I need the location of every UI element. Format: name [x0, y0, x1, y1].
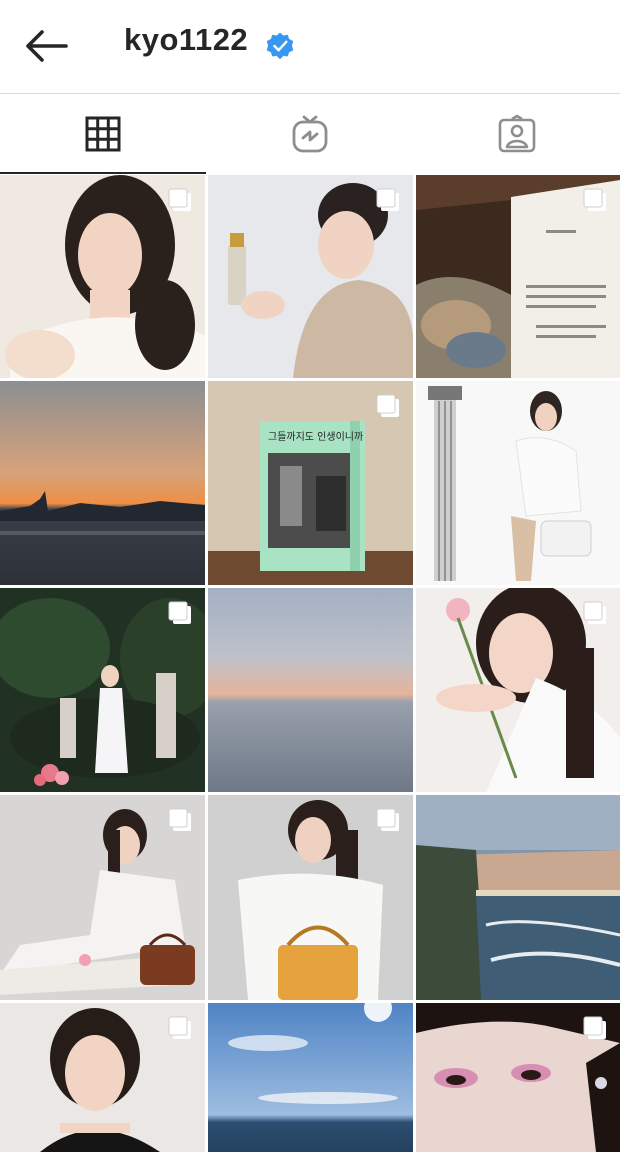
profile-tabs [0, 94, 620, 174]
tab-igtv[interactable] [206, 94, 413, 174]
post-thumbnail[interactable]: 그들까지도 인생이니까 [208, 381, 413, 585]
post-thumbnail[interactable] [0, 175, 205, 378]
multi-post-icon [168, 188, 191, 211]
post-thumbnail[interactable] [416, 175, 620, 378]
multi-post-icon [376, 188, 399, 211]
igtv-icon [292, 115, 327, 153]
verified-badge-icon [266, 32, 294, 60]
tab-tagged[interactable] [413, 94, 620, 174]
book-title: 그들까지도 인생이니까 [268, 432, 364, 443]
profile-header: kyo1122 [0, 0, 620, 92]
tab-posts-grid[interactable] [0, 94, 206, 174]
multi-post-icon [168, 1016, 191, 1039]
multi-post-icon [583, 601, 606, 624]
post-thumbnail[interactable] [208, 588, 413, 792]
post-thumbnail[interactable] [416, 381, 620, 585]
multi-post-icon [376, 394, 399, 417]
multi-post-icon [583, 188, 606, 211]
post-thumbnail[interactable] [208, 1003, 413, 1152]
profile-username: kyo1122 [124, 22, 249, 57]
multi-post-icon [583, 1016, 606, 1039]
post-thumbnail[interactable] [0, 588, 205, 792]
multi-post-icon [168, 808, 191, 831]
post-thumbnail[interactable] [0, 381, 205, 585]
back-button[interactable] [22, 26, 70, 66]
post-thumbnail[interactable] [416, 588, 620, 792]
post-thumbnail[interactable] [416, 795, 620, 1000]
multi-post-icon [376, 808, 399, 831]
tagged-user-icon [498, 114, 535, 153]
post-thumbnail[interactable] [208, 795, 413, 1000]
post-thumbnail[interactable] [0, 1003, 205, 1152]
active-tab-indicator [0, 172, 206, 174]
post-thumbnail[interactable] [208, 175, 413, 378]
grid-icon [85, 116, 121, 152]
post-thumbnail[interactable] [416, 1003, 620, 1152]
multi-post-icon [168, 601, 191, 624]
arrow-left-icon [26, 30, 68, 62]
post-thumbnail[interactable] [0, 795, 205, 1000]
